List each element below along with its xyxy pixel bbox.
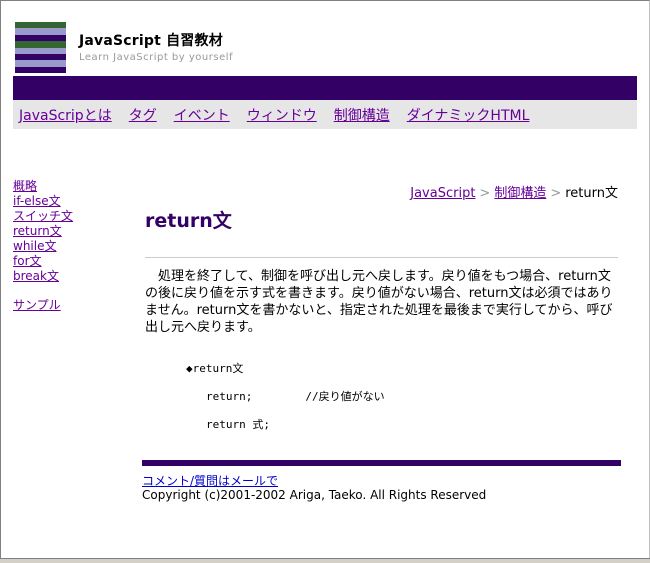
nav-item-tags[interactable]: タグ xyxy=(129,105,157,125)
status-bar xyxy=(0,558,650,563)
header-bar xyxy=(13,76,637,100)
sidebar-item-overview[interactable]: 概略 xyxy=(13,179,93,194)
contact-link[interactable]: コメント/質問はメールで xyxy=(142,472,278,489)
sidebar-item-switch[interactable]: スイッチ文 xyxy=(13,209,93,224)
site-title: JavaScript 自習教材 xyxy=(79,33,223,49)
nav-item-control[interactable]: 制御構造 xyxy=(334,105,390,125)
page-title: return文 xyxy=(145,210,232,232)
sidebar-item-for[interactable]: for文 xyxy=(13,254,93,269)
nav-item-about[interactable]: JavaScripとは xyxy=(19,105,112,125)
code-example: ◆return文 return; //戻り値がない return 式; xyxy=(186,360,385,444)
logo-stripe xyxy=(15,66,66,73)
description: 処理を終了して、制御を呼び出し元へ戻します。戻り値をもつ場合、return文の後… xyxy=(145,269,613,335)
site-subtitle: Learn JavaScript by yourself xyxy=(79,52,234,63)
breadcrumb: JavaScript > 制御構造 > return文 xyxy=(410,182,618,201)
sidebar-item-sample[interactable]: サンプル xyxy=(13,298,93,313)
nav-item-window[interactable]: ウィンドウ xyxy=(247,105,317,125)
breadcrumb-link-control[interactable]: 制御構造 xyxy=(494,186,546,201)
site-logo xyxy=(15,22,66,73)
sidebar-item-break[interactable]: break文 xyxy=(13,269,93,284)
sidebar-item-if-else[interactable]: if-else文 xyxy=(13,194,93,209)
nav-item-dhtml[interactable]: ダイナミックHTML xyxy=(407,105,530,125)
sidebar-item-while[interactable]: while文 xyxy=(13,239,93,254)
sidebar-item-return[interactable]: return文 xyxy=(13,224,93,239)
breadcrumb-separator: > xyxy=(479,186,491,201)
divider xyxy=(145,257,618,258)
code-line: return; //戻り値がない xyxy=(206,390,385,403)
code-heading: ◆return文 xyxy=(186,362,244,375)
footer-divider xyxy=(142,460,621,466)
nav-item-events[interactable]: イベント xyxy=(174,105,230,125)
breadcrumb-separator: > xyxy=(550,186,562,201)
breadcrumb-link-javascript[interactable]: JavaScript xyxy=(410,186,475,201)
copyright: Copyright (c)2001-2002 Ariga, Taeko. All… xyxy=(142,488,487,502)
breadcrumb-current: return文 xyxy=(565,186,618,201)
top-nav: JavaScripとは タグ イベント ウィンドウ 制御構造 ダイナミックHTM… xyxy=(13,100,637,129)
sidebar: 概略 if-else文 スイッチ文 return文 while文 for文 br… xyxy=(13,179,93,313)
code-line: return 式; xyxy=(206,418,270,431)
